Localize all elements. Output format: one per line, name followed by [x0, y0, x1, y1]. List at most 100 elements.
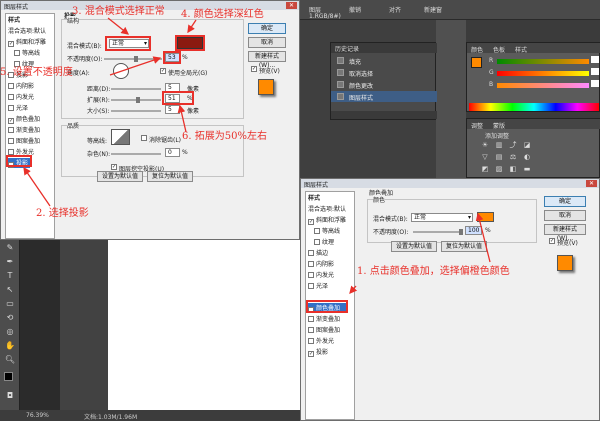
reset-default-button[interactable]: 复位为默认值	[441, 241, 487, 252]
style-item-satin[interactable]: 光泽	[8, 103, 28, 113]
preview-checkbox[interactable]: ✓	[549, 238, 555, 244]
tab-adjustments[interactable]: 调整	[471, 121, 483, 130]
style-item-gradient-overlay[interactable]: 渐变叠加	[308, 314, 340, 324]
red-slider[interactable]	[497, 59, 589, 64]
close-icon[interactable]: ✕	[286, 2, 297, 9]
path-select-icon[interactable]: ↖	[3, 284, 17, 296]
foreground-color-chip[interactable]	[471, 57, 482, 68]
blue-value-field[interactable]	[591, 80, 599, 87]
hue-sat-icon[interactable]: ▤	[495, 153, 503, 161]
tab-styles[interactable]: 样式	[515, 45, 527, 54]
noise-slider[interactable]	[111, 153, 161, 155]
spread-slider-knob[interactable]	[136, 97, 140, 103]
type-icon[interactable]: T	[3, 270, 17, 282]
style-item-gradient-overlay[interactable]: 渐变叠加	[8, 125, 40, 135]
size-slider[interactable]	[111, 110, 161, 112]
style-item-inner-shadow[interactable]: 内阴影	[308, 259, 334, 269]
reset-default-button[interactable]: 复位为默认值	[147, 171, 193, 182]
levels-icon[interactable]: ▥	[495, 141, 503, 149]
cancel-button[interactable]: 取消	[248, 37, 286, 48]
curves-icon[interactable]: ⤴	[509, 141, 517, 149]
color-spectrum[interactable]	[469, 103, 599, 111]
ok-button[interactable]: 确定	[544, 196, 586, 207]
tab-swatches[interactable]: 色板	[493, 45, 505, 54]
3d-camera-icon[interactable]: ◎	[3, 326, 17, 338]
style-item-blending[interactable]: 混合选项:默认	[308, 204, 346, 214]
tab-masks[interactable]: 蒙版	[493, 121, 505, 130]
angle-dial[interactable]	[113, 63, 129, 79]
blend-mode-select[interactable]: 正常 ▾	[411, 213, 473, 222]
align-label[interactable]: 对齐	[385, 3, 405, 16]
cancel-button[interactable]: 取消	[544, 210, 586, 221]
posterize-icon[interactable]: ▨	[495, 165, 503, 173]
undo-label[interactable]: 撤销	[345, 3, 365, 16]
zoom-level[interactable]: 76.39%	[26, 412, 49, 419]
exposure-icon[interactable]: ◪	[523, 141, 531, 149]
antialias-checkbox[interactable]	[141, 135, 147, 141]
set-default-button[interactable]: 设置为默认值	[391, 241, 437, 252]
opacity-slider[interactable]	[413, 231, 461, 233]
knockout-checkbox[interactable]: ✓	[111, 164, 117, 170]
brightness-icon[interactable]: ☀	[481, 141, 489, 149]
opacity-slider-knob[interactable]	[459, 229, 463, 235]
history-row[interactable]: 取消选择	[331, 67, 437, 78]
color-balance-icon[interactable]: ⚖	[509, 153, 517, 161]
quick-mask-icon[interactable]: ◘	[3, 390, 17, 402]
history-row[interactable]: 填充	[331, 55, 437, 66]
3d-rotate-icon[interactable]: ⟲	[3, 312, 17, 324]
style-item-inner-glow[interactable]: 内发光	[8, 92, 34, 102]
style-item-blending[interactable]: 混合选项:默认	[8, 26, 46, 36]
style-item-contour[interactable]: 等高线	[14, 48, 40, 58]
style-item-texture[interactable]: 纹理	[314, 237, 334, 247]
style-item-satin[interactable]: 光泽	[308, 281, 328, 291]
history-row-selected[interactable]: 图层样式	[331, 91, 437, 102]
noise-input[interactable]: 0	[165, 148, 180, 157]
overlay-color-swatch[interactable]	[477, 212, 494, 222]
shape-icon[interactable]: ▭	[3, 298, 17, 310]
style-item-drop-shadow[interactable]: ✓ 投影	[308, 347, 328, 357]
distance-slider[interactable]	[111, 88, 161, 90]
style-item-stroke[interactable]: 描边	[308, 248, 328, 258]
global-light-checkbox[interactable]: ✓	[160, 68, 166, 74]
pen-icon[interactable]: ✒	[3, 256, 17, 268]
style-item-contour[interactable]: 等高线	[314, 226, 340, 236]
style-item-inner-shadow[interactable]: 内阴影	[8, 81, 34, 91]
new-style-button[interactable]: 新建样式(W)...	[544, 224, 586, 242]
opacity-input[interactable]: 100	[465, 226, 482, 235]
size-input[interactable]: 5	[165, 105, 180, 114]
history-panel-title[interactable]: 历史记录	[331, 43, 437, 53]
style-item-pattern-overlay[interactable]: 图案叠加	[8, 136, 40, 146]
new-window-label[interactable]: 新建窗	[420, 3, 446, 16]
bw-icon[interactable]: ◐	[523, 153, 531, 161]
style-item-bevel[interactable]: ✓ 斜面和浮雕	[8, 37, 46, 47]
opacity-slider-knob[interactable]	[134, 56, 138, 62]
close-icon[interactable]: ✕	[586, 180, 597, 187]
invert-icon[interactable]: ◩	[481, 165, 489, 173]
foreground-color-swatch[interactable]	[4, 372, 13, 381]
preview-label: 预览(V)	[259, 68, 280, 75]
style-item-color-overlay[interactable]: ✓ 颜色叠加	[8, 114, 40, 124]
green-value-field[interactable]	[591, 68, 599, 75]
contour-preview[interactable]	[111, 129, 130, 145]
set-default-button[interactable]: 设置为默认值	[97, 171, 143, 182]
style-item-outer-glow[interactable]: 外发光	[308, 336, 334, 346]
blue-slider[interactable]	[497, 83, 589, 88]
style-item-bevel[interactable]: ✓ 斜面和浮雕	[308, 215, 346, 225]
red-value-field[interactable]	[591, 56, 599, 63]
style-item-pattern-overlay[interactable]: 图案叠加	[308, 325, 340, 335]
hand-icon[interactable]: ✋	[3, 340, 17, 352]
new-style-button[interactable]: 新建样式(W)...	[248, 51, 286, 69]
brush-icon[interactable]: ✎	[3, 242, 17, 254]
preview-checkbox[interactable]: ✓	[251, 66, 257, 72]
opacity-slider[interactable]	[104, 58, 162, 60]
zoom-icon[interactable]: 🔍︎	[3, 354, 17, 366]
ok-button[interactable]: 确定	[248, 23, 286, 34]
gradient-map-icon[interactable]: ▬	[523, 165, 531, 173]
vibrance-icon[interactable]: ▽	[481, 153, 489, 161]
green-slider[interactable]	[497, 71, 589, 76]
style-item-inner-glow[interactable]: 内发光	[308, 270, 334, 280]
document-canvas[interactable]	[108, 240, 300, 410]
history-row[interactable]: 颜色更改	[331, 79, 437, 90]
threshold-icon[interactable]: ◧	[509, 165, 517, 173]
tab-color[interactable]: 颜色	[471, 45, 483, 54]
